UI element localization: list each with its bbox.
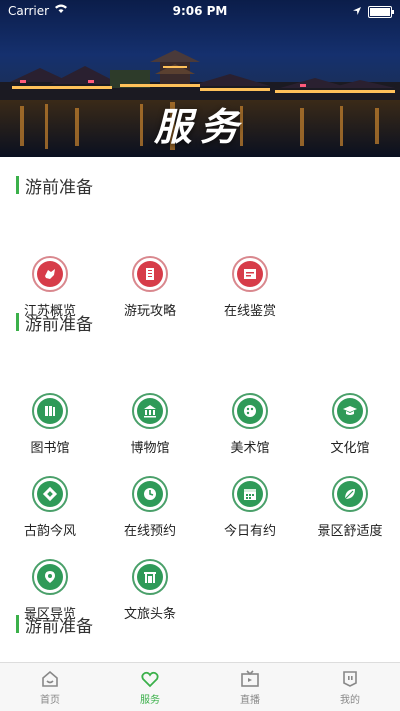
tab-home[interactable]: 首页: [0, 663, 100, 711]
service-item-label: 今日有约: [223, 524, 276, 539]
appreciation-icon: [237, 261, 263, 287]
museum-icon: [137, 398, 163, 424]
tab-mine[interactable]: 我的: [300, 663, 400, 711]
location-pin-icon: [37, 564, 63, 590]
section-pre-trip-2: 游前准备 图书馆 博物馆 美术馆 文化馆 古韵今风 在线预约 今日有约 景区舒适…: [0, 305, 400, 622]
tab-label: 直播: [240, 695, 260, 706]
service-item-museum[interactable]: 博物馆: [100, 393, 200, 456]
home-icon: [42, 670, 58, 687]
tab-label: 首页: [40, 695, 60, 706]
service-item-label: 文化馆: [330, 441, 370, 456]
tv-icon: [241, 670, 259, 687]
location-arrow-icon: [352, 5, 362, 19]
section-accent-bar: [16, 176, 19, 194]
service-item-label: 古韵今风: [23, 524, 76, 539]
hero-banner: 服务: [0, 0, 400, 157]
service-item-scenic-comfort[interactable]: 景区舒适度: [300, 476, 400, 539]
section-accent-bar: [16, 313, 19, 331]
tab-label: 服务: [140, 695, 160, 706]
service-item-label: 图书馆: [30, 441, 70, 456]
culture-icon: [37, 481, 63, 507]
map-icon: [37, 261, 63, 287]
tab-service[interactable]: 服务: [100, 663, 200, 711]
section-title: 游前准备: [25, 314, 93, 335]
status-bar: Carrier 9:06 PM: [0, 0, 400, 22]
battery-icon: [368, 6, 394, 18]
clock-icon: [137, 481, 163, 507]
gate-icon: [137, 564, 163, 590]
section-title: 游前准备: [25, 177, 93, 198]
guide-book-icon: [137, 261, 163, 287]
service-item-ancient-charm[interactable]: 古韵今风: [0, 476, 100, 539]
section-accent-bar: [16, 615, 19, 633]
graduation-cap-icon: [337, 398, 363, 424]
service-item-label: 博物馆: [130, 441, 170, 456]
service-item-online-booking[interactable]: 在线预约: [100, 476, 200, 539]
service-item-label: 在线预约: [123, 524, 176, 539]
section-title: 游前准备: [25, 616, 93, 637]
section-pre-trip-1: 游前准备 江苏概览 游玩攻略 在线鉴赏: [0, 168, 400, 319]
service-item-label: 景区舒适度: [317, 524, 383, 539]
section-pre-trip-3: 游前准备: [0, 607, 400, 641]
library-icon: [37, 398, 63, 424]
leaf-icon: [337, 481, 363, 507]
calendar-icon: [237, 481, 263, 507]
tab-bar: 首页 服务 直播 我的: [0, 662, 400, 711]
heart-icon: [141, 671, 159, 688]
service-item-culture-center[interactable]: 文化馆: [300, 393, 400, 456]
service-item-library[interactable]: 图书馆: [0, 393, 100, 456]
service-item-label: 美术馆: [230, 441, 270, 456]
status-time: 9:06 PM: [172, 4, 228, 18]
hero-title: 服务: [153, 105, 246, 149]
service-item-today-events[interactable]: 今日有约: [200, 476, 300, 539]
tab-live[interactable]: 直播: [200, 663, 300, 711]
palette-icon: [237, 398, 263, 424]
tab-label: 我的: [340, 695, 360, 706]
profile-icon: [343, 671, 357, 687]
service-item-art-gallery[interactable]: 美术馆: [200, 393, 300, 456]
